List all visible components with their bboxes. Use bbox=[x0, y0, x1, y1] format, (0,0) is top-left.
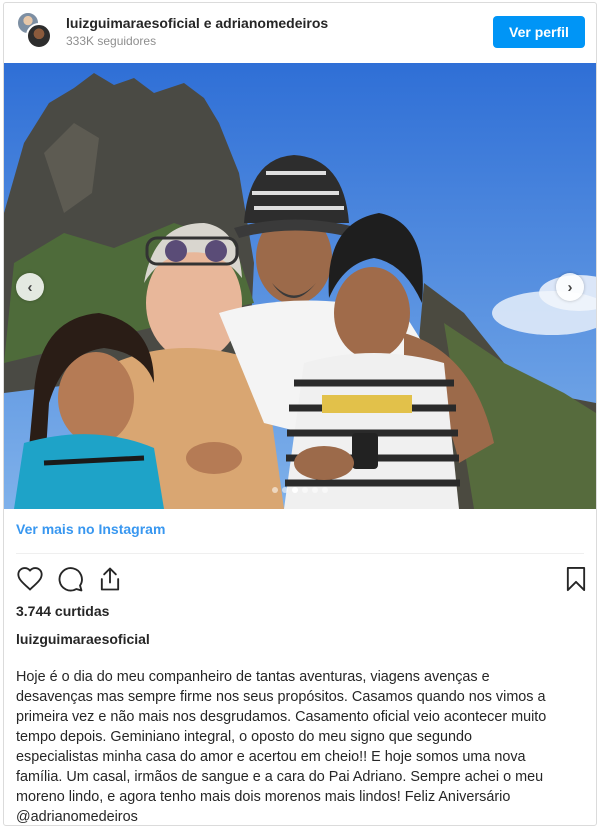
slide-dot bbox=[302, 487, 308, 493]
slide-dot bbox=[322, 487, 328, 493]
account-names[interactable]: luizguimaraesoficial e adrianomedeiros bbox=[66, 15, 328, 31]
view-profile-button[interactable]: Ver perfil bbox=[493, 16, 585, 48]
comment-button[interactable] bbox=[56, 565, 84, 593]
caption-line: desavenças mas sempre firme nos seus pro… bbox=[16, 689, 546, 705]
instagram-embed: luizguimaraesoficial e adrianomedeiros 3… bbox=[3, 2, 597, 826]
like-button[interactable] bbox=[16, 565, 44, 593]
view-more-on-instagram-link[interactable]: Ver mais no Instagram bbox=[16, 521, 165, 537]
slide-dot bbox=[272, 487, 278, 493]
avatar-group[interactable] bbox=[14, 11, 54, 51]
share-button[interactable] bbox=[96, 565, 124, 593]
caption-line: primeira vez e não mais nos desgrudamos.… bbox=[16, 709, 547, 725]
share-icon bbox=[100, 567, 120, 591]
slide-dot bbox=[282, 487, 288, 493]
slide-indicator bbox=[4, 487, 596, 493]
post-caption: Hoje é o dia do meu companheiro de tanta… bbox=[16, 667, 586, 825]
next-slide-button[interactable]: › bbox=[556, 273, 584, 301]
caption-line: tempo depois. Geminiano integral, o opos… bbox=[16, 729, 473, 745]
heart-icon bbox=[17, 567, 43, 591]
bookmark-icon bbox=[566, 566, 586, 592]
like-count[interactable]: 3.744 curtidas bbox=[16, 603, 109, 619]
divider bbox=[16, 553, 584, 554]
chevron-left-icon: ‹ bbox=[27, 278, 33, 296]
follower-count: 333K seguidores bbox=[66, 34, 157, 48]
slide-dot bbox=[292, 487, 298, 493]
slide-dot bbox=[312, 487, 318, 493]
previous-slide-button[interactable]: ‹ bbox=[16, 273, 44, 301]
save-button[interactable] bbox=[562, 565, 590, 593]
post-photo[interactable]: ‹ › bbox=[4, 63, 596, 509]
post-header: luizguimaraesoficial e adrianomedeiros 3… bbox=[4, 3, 596, 63]
comment-icon bbox=[58, 567, 83, 592]
caption-mention-link[interactable]: @adrianomedeiros bbox=[16, 807, 586, 825]
caption-line: moreno lindo, e agora tenho mais dois mo… bbox=[16, 789, 511, 805]
photo-illustration bbox=[4, 63, 596, 509]
action-bar bbox=[16, 565, 586, 595]
caption-line: especialistas minha casa do amor e acert… bbox=[16, 749, 526, 765]
post-owner-username[interactable]: luizguimaraesoficial bbox=[16, 631, 150, 647]
avatar-adriano[interactable] bbox=[26, 23, 52, 49]
chevron-right-icon: › bbox=[567, 278, 573, 296]
caption-line: Hoje é o dia do meu companheiro de tanta… bbox=[16, 669, 490, 685]
caption-line: família. Um casal, irmãos de sangue e a … bbox=[16, 769, 544, 785]
